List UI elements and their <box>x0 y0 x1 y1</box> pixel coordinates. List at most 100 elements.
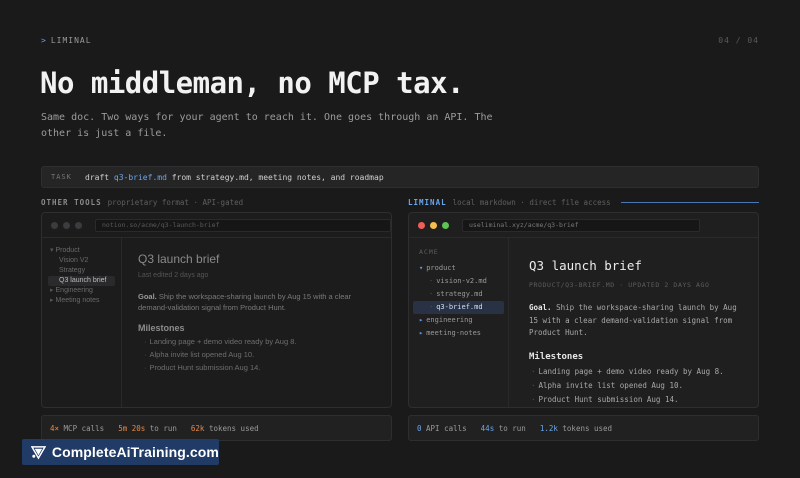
file-vision-v2[interactable]: · vision-v2.md <box>409 275 508 288</box>
file-tree: ACME ▾ product · vision-v2.md · strategy.md… <box>409 238 509 407</box>
list-item-text: Alpha invite list opened Aug 10. <box>538 380 684 390</box>
stat-tokens: 62k tokens used <box>191 424 259 433</box>
task-description: draft q3-brief.md from strategy.md, meet… <box>85 173 384 182</box>
task-file: q3-brief.md <box>113 172 167 182</box>
chevron-right-icon: ▸ <box>50 297 54 304</box>
document-title: Q3 launch brief <box>138 252 220 266</box>
brand-label: > LIMINAL <box>41 36 92 45</box>
list-item-text: Landing page + demo video ready by Aug 8… <box>538 366 724 376</box>
milestones-list: · Landing page + demo video ready by Aug … <box>529 367 738 404</box>
minimize-window-icon[interactable] <box>430 221 437 229</box>
chevron-down-icon: ▾ <box>419 264 424 272</box>
list-item: · Landing page + demo video ready by Aug … <box>138 337 375 346</box>
page-title: No middleman, no MCP tax. <box>40 66 465 100</box>
goal-label: Goal. <box>529 303 552 312</box>
list-item-text: Landing page + demo video ready by Aug 8… <box>149 337 297 346</box>
workspace-heading: ACME <box>419 248 439 256</box>
list-item: · Product Hunt submission Aug 14. <box>138 363 375 372</box>
other-tools-window: notion.so/acme/q3-launch-brief ▾ Product … <box>41 212 392 408</box>
sidebar-item-product[interactable]: ▾ Product <box>42 246 121 256</box>
bullet-icon: · <box>429 290 434 298</box>
watermark-badge[interactable]: CompleteAiTraining.com <box>22 439 219 465</box>
file-q3-brief[interactable]: · q3-brief.md <box>413 301 504 314</box>
document-goal: Goal. Ship the workspace-sharing launch … <box>529 302 738 340</box>
page-counter: 04 / 04 <box>718 36 759 45</box>
file-label: q3-brief.md <box>436 303 483 311</box>
document-goal: Goal. Ship the workspace-sharing launch … <box>138 291 375 313</box>
liminal-subtitle: local markdown · direct file access <box>452 198 611 207</box>
task-bar: TASK draft q3-brief.md from strategy.md,… <box>41 166 759 188</box>
milestones-heading: Milestones <box>138 323 185 333</box>
file-strategy[interactable]: · strategy.md <box>409 288 508 301</box>
address-bar[interactable]: useliminal.xyz/acme/q3-brief <box>462 218 700 232</box>
maximize-window-icon[interactable] <box>442 221 449 229</box>
liminal-header: LIMINAL local markdown · direct file acc… <box>408 198 759 207</box>
bullet-icon: · <box>531 394 536 404</box>
chevron-right-icon: ▸ <box>419 316 424 324</box>
stat-label: API calls <box>426 423 467 433</box>
sidebar-item-engineering[interactable]: ▸ Engineering <box>42 286 121 296</box>
chevron-down-icon: ▾ <box>50 247 54 254</box>
address-bar[interactable]: notion.so/acme/q3-launch-brief <box>95 218 391 232</box>
stat-label: to run <box>498 423 526 433</box>
folder-meeting-notes[interactable]: ▸ meeting-notes <box>409 327 508 340</box>
bullet-icon: · <box>531 366 536 376</box>
folder-label: meeting-notes <box>426 329 482 337</box>
sidebar-item-q3-launch-brief[interactable]: Q3 launch brief <box>48 276 115 286</box>
chevron-right-icon: ▸ <box>50 287 54 294</box>
task-suffix: from strategy.md, meeting notes, and roa… <box>166 172 384 182</box>
stat-label: tokens used <box>562 423 613 433</box>
list-item-text: Product Hunt submission Aug 14. <box>149 363 261 372</box>
top-bar: > LIMINAL 04 / 04 <box>41 36 759 45</box>
stat-time: 5m 20s to run <box>118 424 177 433</box>
bullet-icon: · <box>429 277 434 285</box>
folder-engineering[interactable]: ▸ engineering <box>409 314 508 327</box>
list-item: · Product Hunt submission Aug 14. <box>529 395 738 404</box>
milestones-list: · Landing page + demo video ready by Aug … <box>138 337 375 372</box>
bullet-icon: · <box>429 303 434 311</box>
folder-label: engineering <box>426 316 473 324</box>
brand-name: LIMINAL <box>50 36 92 45</box>
task-prefix: draft <box>85 172 114 182</box>
list-item-text: Alpha invite list opened Aug 10. <box>149 350 255 359</box>
document-content: Q3 launch brief Last edited 2 days ago G… <box>122 238 391 407</box>
sidebar: ▾ Product Vision V2 Strategy Q3 launch br… <box>42 238 122 407</box>
sidebar-item-vision-v2[interactable]: Vision V2 <box>42 256 121 266</box>
stat-value: 1.2k <box>539 423 558 433</box>
task-label: TASK <box>51 173 72 181</box>
folder-label: product <box>426 264 456 272</box>
other-tools-header: OTHER TOOLS proprietary format · API-gat… <box>41 198 243 207</box>
window-dot-icon <box>75 221 82 229</box>
stat-value: 4× <box>50 423 60 433</box>
stat-value: 5m 20s <box>118 423 146 433</box>
document-title: Q3 launch brief <box>529 258 642 273</box>
bullet-icon: · <box>144 350 147 359</box>
bullet-icon: · <box>531 380 536 390</box>
liminal-stats: 0 API calls 44s to run 1.2k tokens used <box>408 415 759 441</box>
stat-label: to run <box>149 423 177 433</box>
sidebar-item-strategy[interactable]: Strategy <box>42 266 121 276</box>
window-chrome: useliminal.xyz/acme/q3-brief <box>409 213 758 238</box>
prompt-caret-icon: > <box>41 36 47 45</box>
stat-value: 0 <box>417 423 422 433</box>
sidebar-item-label: Meeting notes <box>55 297 100 304</box>
document-meta: PRODUCT/Q3-BRIEF.MD · UPDATED 2 DAYS AGO <box>529 281 710 289</box>
liminal-header-divider <box>620 202 759 203</box>
list-item: · Alpha invite list opened Aug 10. <box>529 381 738 390</box>
file-label: vision-v2.md <box>436 277 487 285</box>
window-dot-icon <box>63 221 70 229</box>
stat-calls: 4× MCP calls <box>50 424 104 433</box>
close-window-icon[interactable] <box>418 221 425 229</box>
bullet-icon: · <box>144 337 147 346</box>
window-chrome: notion.so/acme/q3-launch-brief <box>42 213 391 238</box>
sidebar-item-meeting-notes[interactable]: ▸ Meeting notes <box>42 296 121 306</box>
goal-label: Goal. <box>138 292 157 301</box>
goal-text: Ship the workspace-sharing launch by Aug… <box>529 303 737 337</box>
list-item-text: Product Hunt submission Aug 14. <box>538 394 679 404</box>
sidebar-item-label: Engineering <box>55 287 93 294</box>
document-meta: Last edited 2 days ago <box>138 272 209 279</box>
document-content: Q3 launch brief PRODUCT/Q3-BRIEF.MD · UP… <box>509 238 758 407</box>
folder-product[interactable]: ▾ product <box>409 262 508 275</box>
stat-label: MCP calls <box>63 423 105 433</box>
liminal-title: LIMINAL <box>408 198 447 207</box>
